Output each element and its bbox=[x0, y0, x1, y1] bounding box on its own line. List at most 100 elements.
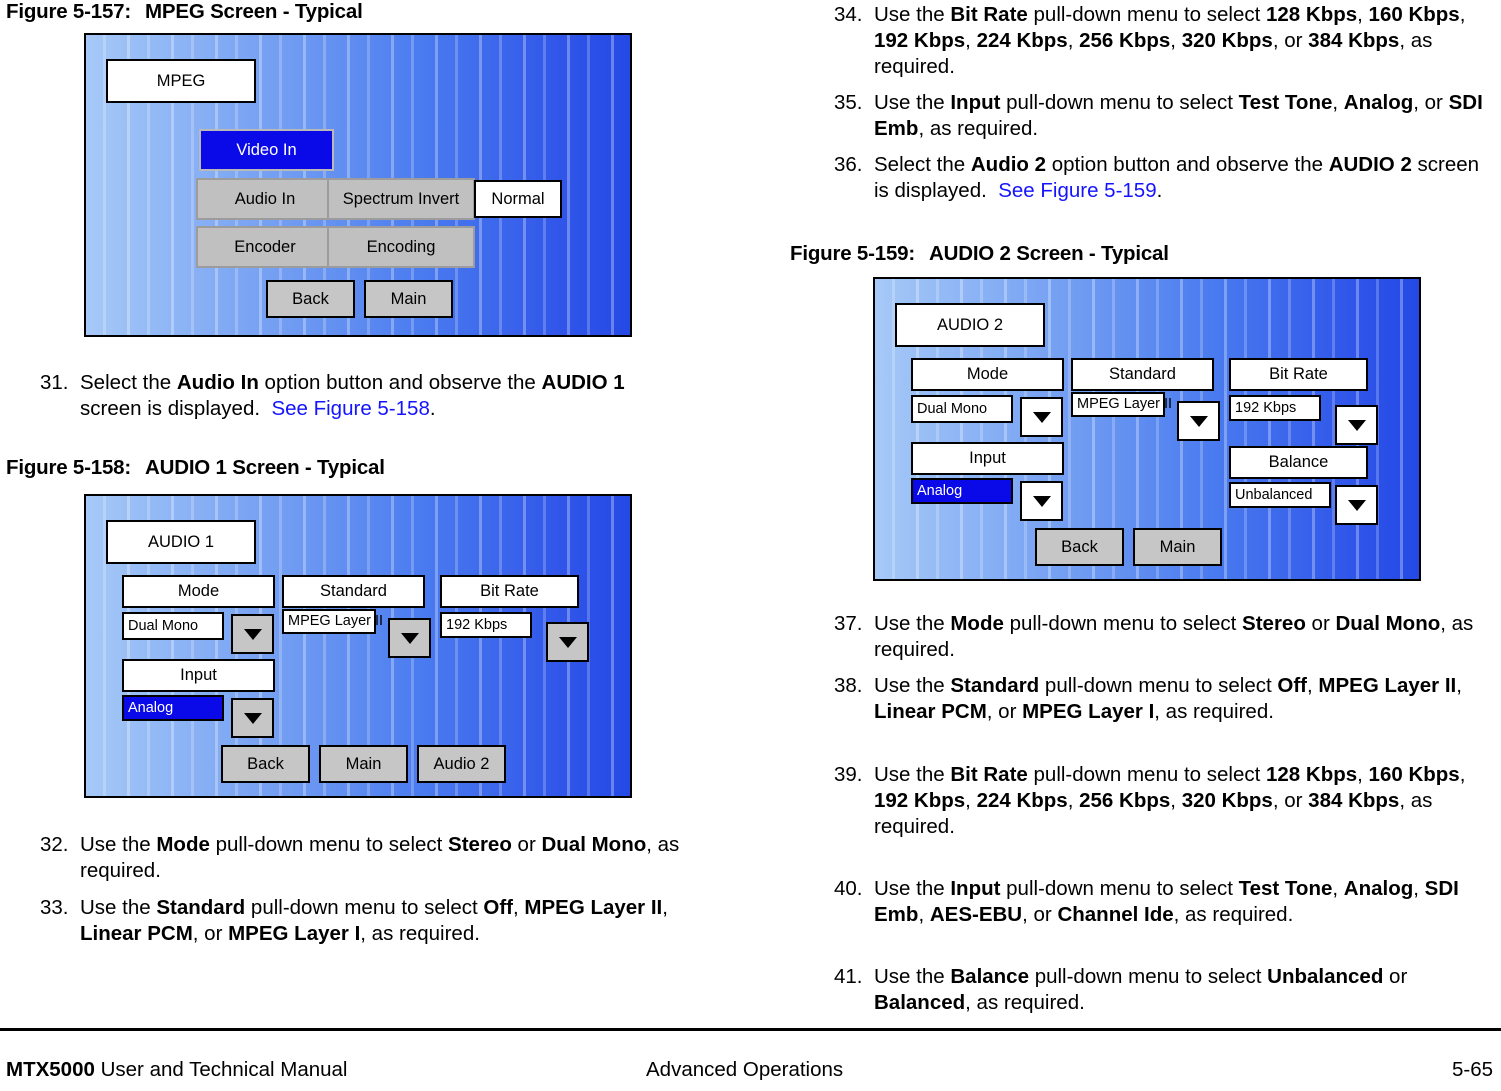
figure-5-157-number: Figure 5-157: bbox=[6, 0, 131, 23]
mpeg-screen-panel: MPEG Video In Audio In Spectrum Invert N… bbox=[84, 33, 632, 337]
step-37-text: Use the Mode pull-down menu to select St… bbox=[874, 612, 1474, 661]
audio2-title-button: AUDIO 2 bbox=[895, 303, 1045, 347]
audio1-main-button[interactable]: Main bbox=[319, 745, 408, 783]
audio2-bitrate-dropdown-button[interactable] bbox=[1335, 405, 1378, 445]
footer-page-number: 5-65 bbox=[1451, 1058, 1493, 1081]
audio1-standard-value[interactable]: MPEG Layer II bbox=[282, 609, 383, 634]
step-37-number: 37. bbox=[834, 612, 863, 635]
footer-section: Advanced Operations bbox=[646, 1058, 844, 1081]
encoder-button[interactable]: Encoder bbox=[196, 226, 334, 268]
audio2-standard-value[interactable]: MPEG Layer II bbox=[1071, 392, 1172, 417]
audio1-title-button: AUDIO 1 bbox=[106, 520, 256, 564]
step-32-text: Use the Mode pull-down menu to select St… bbox=[80, 833, 680, 882]
step-40-number: 40. bbox=[834, 877, 863, 900]
mpeg-title-button: MPEG bbox=[106, 59, 256, 103]
step-35-text: Use the Input pull-down menu to select T… bbox=[874, 91, 1483, 140]
step-31-number: 31. bbox=[40, 371, 69, 394]
chevron-down-icon bbox=[1189, 415, 1208, 427]
audio2-input-value[interactable]: Analog bbox=[911, 478, 1013, 504]
audio-in-button[interactable]: Audio In bbox=[196, 178, 334, 220]
chevron-down-icon bbox=[243, 628, 262, 640]
audio2-mode-value[interactable]: Dual Mono bbox=[911, 395, 1013, 423]
audio2-bitrate-value[interactable]: 192 Kbps bbox=[1229, 395, 1321, 421]
audio1-screen-panel: AUDIO 1 Mode Dual Mono Standard MPEG Lay… bbox=[84, 494, 632, 798]
audio2-mode-dropdown-button[interactable] bbox=[1020, 397, 1063, 437]
step-41: 41. Use the Balance pull-down menu to se… bbox=[800, 964, 1490, 1016]
audio2-standard-label: Standard bbox=[1071, 358, 1214, 391]
step-32: 32. Use the Mode pull-down menu to selec… bbox=[6, 832, 686, 884]
step-40-text: Use the Input pull-down menu to select T… bbox=[874, 877, 1459, 926]
audio1-standard-dropdown-button[interactable] bbox=[388, 618, 431, 658]
audio1-bitrate-dropdown-button[interactable] bbox=[546, 622, 589, 662]
step-34-text: Use the Bit Rate pull-down menu to selec… bbox=[874, 3, 1466, 78]
audio1-input-dropdown-button[interactable] bbox=[231, 698, 274, 738]
step-36-number: 36. bbox=[834, 153, 863, 176]
audio1-mode-dropdown-button[interactable] bbox=[231, 614, 274, 654]
step-34: 34. Use the Bit Rate pull-down menu to s… bbox=[800, 2, 1490, 80]
encoding-button[interactable]: Encoding bbox=[327, 226, 475, 268]
step-41-number: 41. bbox=[834, 965, 863, 988]
audio2-balance-dropdown-button[interactable] bbox=[1335, 485, 1378, 525]
audio2-main-button[interactable]: Main bbox=[1133, 528, 1222, 566]
audio2-input-label: Input bbox=[911, 442, 1064, 475]
audio2-balance-value[interactable]: Unbalanced bbox=[1229, 482, 1331, 508]
figure-5-159-caption: Figure 5-159: AUDIO 2 Screen - Typical bbox=[790, 242, 1169, 266]
audio1-input-label: Input bbox=[122, 659, 275, 692]
step-31-text: Select the Audio In option button and ob… bbox=[80, 371, 625, 420]
audio2-balance-label: Balance bbox=[1229, 446, 1368, 479]
step-38: 38. Use the Standard pull-down menu to s… bbox=[800, 673, 1490, 725]
step-37: 37. Use the Mode pull-down menu to selec… bbox=[800, 611, 1490, 663]
step-35-number: 35. bbox=[834, 91, 863, 114]
footer-manual-model: MTX5000 bbox=[6, 1058, 95, 1081]
audio1-mode-label: Mode bbox=[122, 575, 275, 608]
step-33-text: Use the Standard pull-down menu to selec… bbox=[80, 896, 668, 945]
video-in-button[interactable]: Video In bbox=[199, 129, 334, 171]
audio2-screen-panel: AUDIO 2 Mode Dual Mono Standard MPEG Lay… bbox=[873, 277, 1421, 581]
chevron-down-icon bbox=[1347, 419, 1366, 431]
chevron-down-icon bbox=[1032, 495, 1051, 507]
step-33-number: 33. bbox=[40, 896, 69, 919]
step-39-number: 39. bbox=[834, 763, 863, 786]
audio1-back-button[interactable]: Back bbox=[221, 745, 310, 783]
step-36: 36. Select the Audio 2 option button and… bbox=[800, 152, 1490, 204]
figure-5-157-caption: Figure 5-157: MPEG Screen - Typical bbox=[6, 0, 363, 24]
figure-5-158-caption: Figure 5-158: AUDIO 1 Screen - Typical bbox=[6, 456, 385, 480]
step-31: 31. Select the Audio In option button an… bbox=[6, 370, 686, 422]
step-39-text: Use the Bit Rate pull-down menu to selec… bbox=[874, 763, 1466, 838]
step-33: 33. Use the Standard pull-down menu to s… bbox=[6, 895, 686, 947]
step-35: 35. Use the Input pull-down menu to sele… bbox=[800, 90, 1490, 142]
figure-5-158-number: Figure 5-158: bbox=[6, 456, 131, 479]
audio1-audio2-button[interactable]: Audio 2 bbox=[417, 745, 506, 783]
audio2-mode-label: Mode bbox=[911, 358, 1064, 391]
audio2-standard-dropdown-button[interactable] bbox=[1177, 401, 1220, 441]
audio1-mode-value[interactable]: Dual Mono bbox=[122, 612, 224, 640]
footer-manual-rest: User and Technical Manual bbox=[94, 1058, 348, 1081]
page-footer: MTX5000 User and Technical Manual Advanc… bbox=[0, 1058, 1501, 1088]
mpeg-back-button[interactable]: Back bbox=[266, 280, 355, 318]
step-39: 39. Use the Bit Rate pull-down menu to s… bbox=[800, 762, 1490, 840]
figure-5-159-number: Figure 5-159: bbox=[790, 242, 915, 265]
audio1-bitrate-value[interactable]: 192 Kbps bbox=[440, 612, 532, 638]
figure-5-159-title: AUDIO 2 Screen - Typical bbox=[929, 242, 1169, 265]
footer-divider bbox=[0, 1028, 1501, 1031]
step-41-text: Use the Balance pull-down menu to select… bbox=[874, 965, 1408, 1014]
chevron-down-icon bbox=[558, 636, 577, 648]
footer-manual-title: MTX5000 User and Technical Manual bbox=[6, 1058, 348, 1082]
mpeg-main-button[interactable]: Main bbox=[364, 280, 453, 318]
figure-5-158-title: AUDIO 1 Screen - Typical bbox=[145, 456, 385, 479]
step-32-number: 32. bbox=[40, 833, 69, 856]
audio2-input-dropdown-button[interactable] bbox=[1020, 481, 1063, 521]
audio1-input-value[interactable]: Analog bbox=[122, 695, 224, 721]
chevron-down-icon bbox=[243, 712, 262, 724]
chevron-down-icon bbox=[1032, 411, 1051, 423]
audio2-bitrate-label: Bit Rate bbox=[1229, 358, 1368, 391]
spectrum-invert-button[interactable]: Spectrum Invert bbox=[327, 178, 475, 220]
step-34-number: 34. bbox=[834, 3, 863, 26]
normal-value-field: Normal bbox=[474, 180, 562, 218]
step-38-number: 38. bbox=[834, 674, 863, 697]
step-40: 40. Use the Input pull-down menu to sele… bbox=[800, 876, 1490, 928]
step-38-text: Use the Standard pull-down menu to selec… bbox=[874, 674, 1462, 723]
chevron-down-icon bbox=[400, 632, 419, 644]
chevron-down-icon bbox=[1347, 499, 1366, 511]
audio2-back-button[interactable]: Back bbox=[1035, 528, 1124, 566]
